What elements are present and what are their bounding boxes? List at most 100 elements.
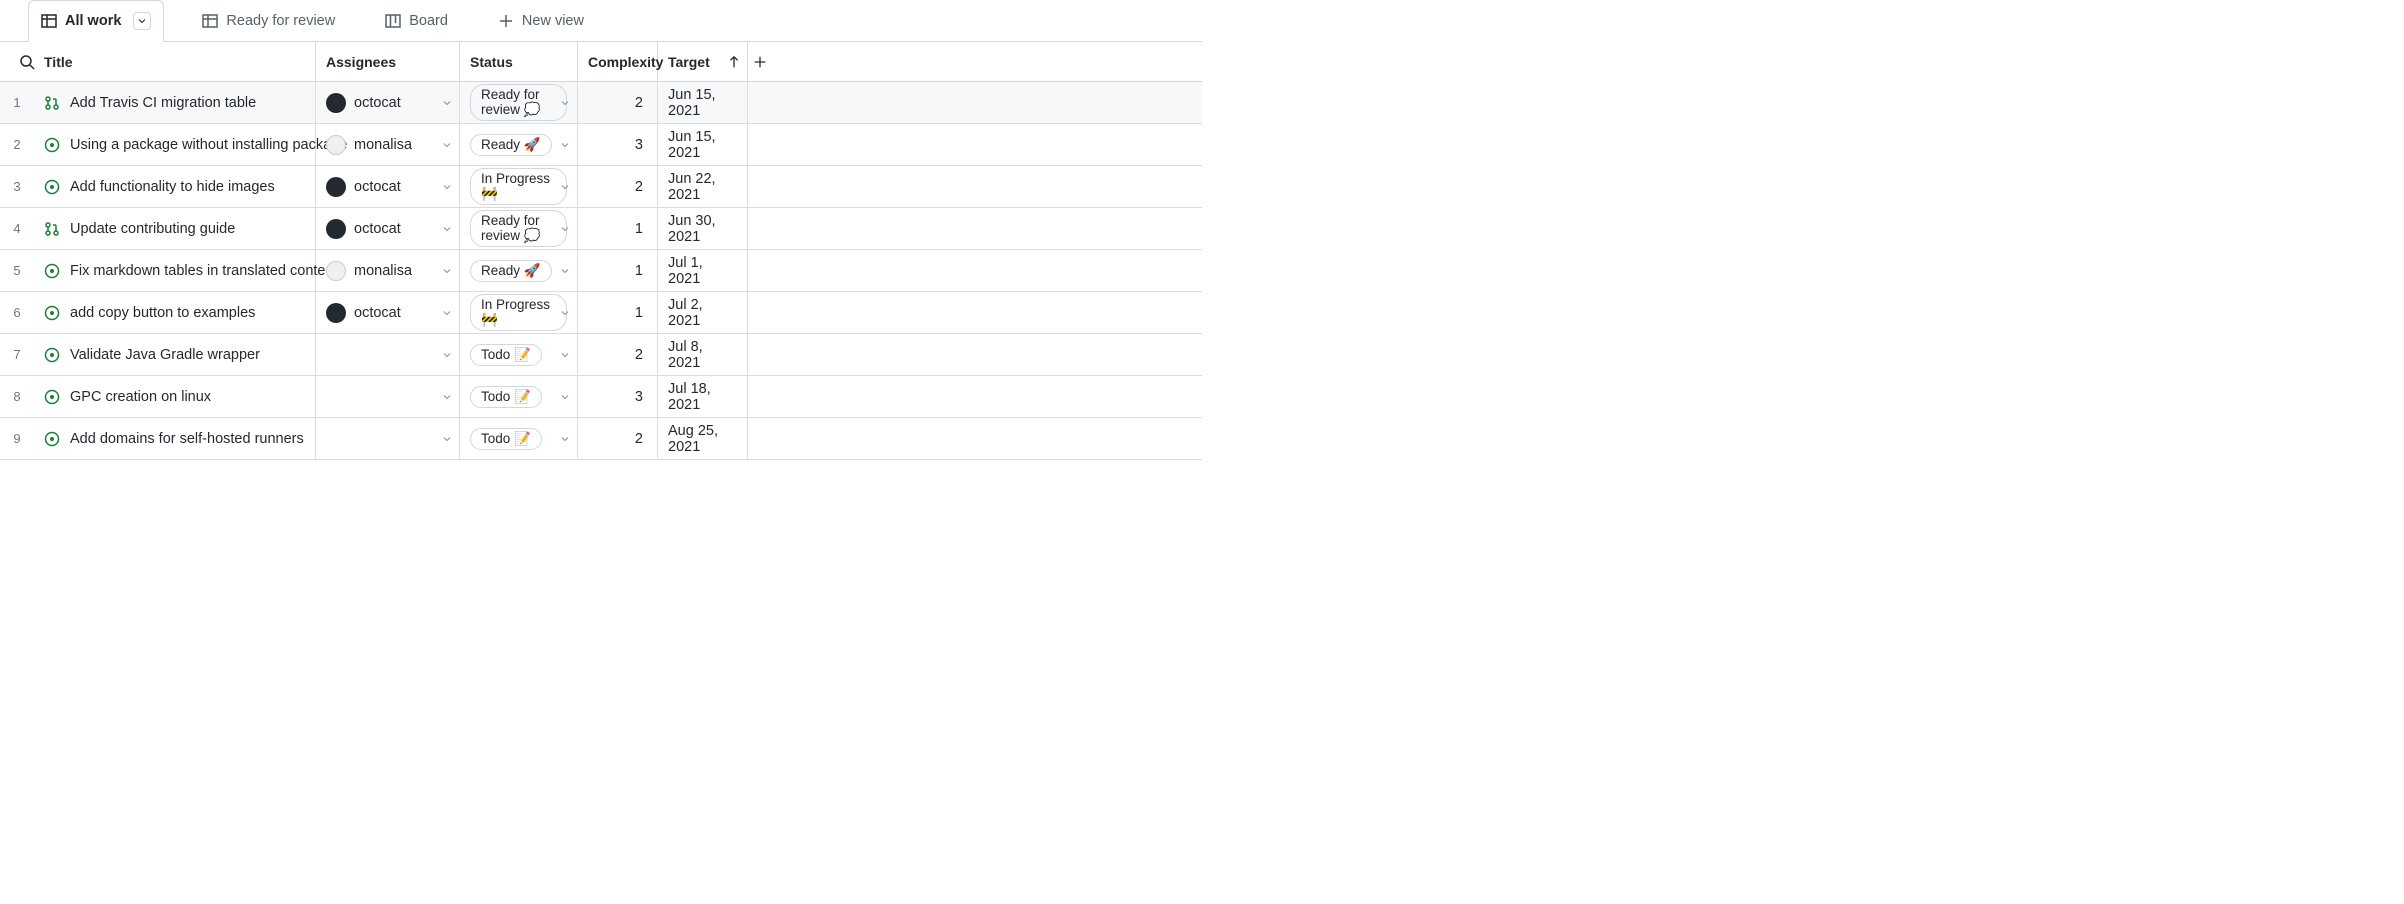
issue-icon xyxy=(44,263,60,279)
chevron-down-icon[interactable] xyxy=(441,391,453,403)
row-number[interactable]: 2 xyxy=(0,124,34,165)
cell-title[interactable]: Add domains for self-hosted runners xyxy=(34,418,316,459)
chevron-down-icon[interactable] xyxy=(441,139,453,151)
table-icon xyxy=(41,13,57,29)
cell-target[interactable]: Jul 8, 2021 xyxy=(658,334,748,375)
cell-complexity[interactable]: 1 xyxy=(578,250,658,291)
tab-new-view[interactable]: New view xyxy=(486,5,596,37)
cell-assignees[interactable] xyxy=(316,376,460,417)
column-title[interactable]: Title xyxy=(44,54,73,70)
row-number[interactable]: 1 xyxy=(0,82,34,123)
cell-target[interactable]: Jul 18, 2021 xyxy=(658,376,748,417)
chevron-down-icon[interactable] xyxy=(441,181,453,193)
chevron-down-icon[interactable] xyxy=(441,349,453,361)
search-button[interactable] xyxy=(10,54,44,70)
table-row[interactable]: 5 Fix markdown tables in translated cont… xyxy=(0,250,1202,292)
cell-assignees[interactable]: octocat xyxy=(316,208,460,249)
cell-status[interactable]: Ready 🚀 xyxy=(460,250,578,291)
cell-status[interactable]: In Progress 🚧 xyxy=(460,292,578,333)
chevron-down-icon[interactable] xyxy=(559,349,571,361)
cell-complexity[interactable]: 1 xyxy=(578,208,658,249)
cell-target[interactable]: Jun 15, 2021 xyxy=(658,82,748,123)
cell-status[interactable]: Ready for review 💭 xyxy=(460,208,578,249)
assignee-name: monalisa xyxy=(354,137,412,153)
cell-target[interactable]: Jun 15, 2021 xyxy=(658,124,748,165)
cell-target[interactable]: Aug 25, 2021 xyxy=(658,418,748,459)
row-number[interactable]: 5 xyxy=(0,250,34,291)
cell-complexity[interactable]: 3 xyxy=(578,376,658,417)
table-row[interactable]: 3 Add functionality to hide images octoc… xyxy=(0,166,1202,208)
cell-title[interactable]: Using a package without installing packa… xyxy=(34,124,316,165)
column-target[interactable]: Target xyxy=(658,42,748,81)
chevron-down-icon[interactable] xyxy=(441,307,453,319)
cell-status[interactable]: In Progress 🚧 xyxy=(460,166,578,207)
cell-complexity[interactable]: 2 xyxy=(578,334,658,375)
table-row[interactable]: 6 add copy button to examples octocat In… xyxy=(0,292,1202,334)
cell-status[interactable]: Ready 🚀 xyxy=(460,124,578,165)
row-number[interactable]: 9 xyxy=(0,418,34,459)
cell-complexity[interactable]: 3 xyxy=(578,124,658,165)
row-number[interactable]: 6 xyxy=(0,292,34,333)
cell-title[interactable]: Add functionality to hide images xyxy=(34,166,316,207)
tab-all-work[interactable]: All work xyxy=(28,0,164,42)
cell-complexity[interactable]: 1 xyxy=(578,292,658,333)
cell-assignees[interactable] xyxy=(316,334,460,375)
cell-assignees[interactable]: octocat xyxy=(316,292,460,333)
chevron-down-icon[interactable] xyxy=(441,223,453,235)
chevron-down-icon[interactable] xyxy=(441,97,453,109)
cell-assignees[interactable]: octocat xyxy=(316,166,460,207)
cell-target[interactable]: Jun 30, 2021 xyxy=(658,208,748,249)
cell-title[interactable]: GPC creation on linux xyxy=(34,376,316,417)
chevron-down-icon[interactable] xyxy=(441,433,453,445)
assignee-name: octocat xyxy=(354,179,401,195)
cell-assignees[interactable] xyxy=(316,418,460,459)
chevron-down-icon[interactable] xyxy=(559,223,571,235)
tab-menu-caret[interactable] xyxy=(133,12,151,30)
cell-target[interactable]: Jul 1, 2021 xyxy=(658,250,748,291)
cell-status[interactable]: Ready for review 💭 xyxy=(460,82,578,123)
cell-assignees[interactable]: monalisa xyxy=(316,124,460,165)
table-row[interactable]: 9 Add domains for self-hosted runners To… xyxy=(0,418,1202,460)
chevron-down-icon[interactable] xyxy=(559,139,571,151)
chevron-down-icon[interactable] xyxy=(559,391,571,403)
view-tabs: All work Ready for review Board New view xyxy=(0,0,1202,42)
cell-assignees[interactable]: octocat xyxy=(316,82,460,123)
chevron-down-icon[interactable] xyxy=(559,307,571,319)
chevron-down-icon[interactable] xyxy=(559,97,571,109)
table-row[interactable]: 4 Update contributing guide octocat Read… xyxy=(0,208,1202,250)
row-number[interactable]: 3 xyxy=(0,166,34,207)
row-number[interactable]: 8 xyxy=(0,376,34,417)
table-row[interactable]: 7 Validate Java Gradle wrapper Todo 📝 2 … xyxy=(0,334,1202,376)
cell-assignees[interactable]: monalisa xyxy=(316,250,460,291)
cell-complexity[interactable]: 2 xyxy=(578,166,658,207)
cell-target[interactable]: Jun 22, 2021 xyxy=(658,166,748,207)
chevron-down-icon[interactable] xyxy=(559,433,571,445)
cell-status[interactable]: Todo 📝 xyxy=(460,334,578,375)
cell-title[interactable]: add copy button to examples xyxy=(34,292,316,333)
table-row[interactable]: 1 Add Travis CI migration table octocat … xyxy=(0,82,1202,124)
table-row[interactable]: 2 Using a package without installing pac… xyxy=(0,124,1202,166)
cell-complexity[interactable]: 2 xyxy=(578,82,658,123)
row-number[interactable]: 4 xyxy=(0,208,34,249)
cell-title[interactable]: Fix markdown tables in translated conten… xyxy=(34,250,316,291)
table-row[interactable]: 8 GPC creation on linux Todo 📝 3 Jul 18,… xyxy=(0,376,1202,418)
cell-title[interactable]: Update contributing guide xyxy=(34,208,316,249)
cell-title[interactable]: Validate Java Gradle wrapper xyxy=(34,334,316,375)
column-assignees[interactable]: Assignees xyxy=(316,42,460,81)
pr-icon xyxy=(44,95,60,111)
column-status[interactable]: Status xyxy=(460,42,578,81)
status-badge: Ready 🚀 xyxy=(470,260,552,282)
row-number[interactable]: 7 xyxy=(0,334,34,375)
cell-complexity[interactable]: 2 xyxy=(578,418,658,459)
cell-title[interactable]: Add Travis CI migration table xyxy=(34,82,316,123)
chevron-down-icon[interactable] xyxy=(559,181,571,193)
cell-target[interactable]: Jul 2, 2021 xyxy=(658,292,748,333)
cell-status[interactable]: Todo 📝 xyxy=(460,376,578,417)
cell-status[interactable]: Todo 📝 xyxy=(460,418,578,459)
chevron-down-icon[interactable] xyxy=(441,265,453,277)
tab-board[interactable]: Board xyxy=(373,5,460,37)
chevron-down-icon[interactable] xyxy=(559,265,571,277)
add-column-button[interactable] xyxy=(748,42,772,81)
tab-ready-for-review[interactable]: Ready for review xyxy=(190,5,347,37)
column-complexity[interactable]: Complexity xyxy=(578,42,658,81)
